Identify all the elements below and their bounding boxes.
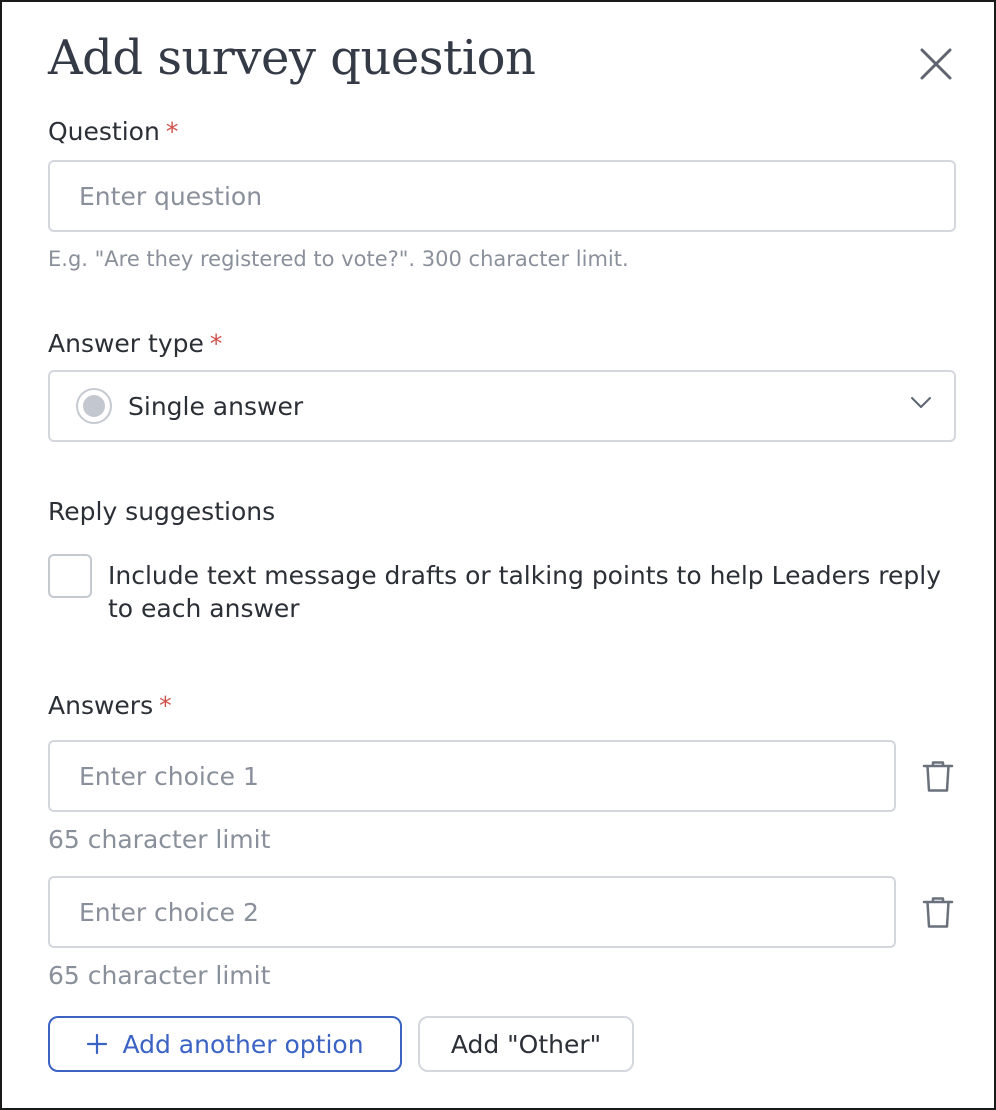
choice-1-field bbox=[48, 740, 896, 812]
required-asterisk: * bbox=[209, 329, 223, 358]
reply-suggestions-label: Reply suggestions bbox=[48, 497, 276, 526]
trash-icon bbox=[922, 897, 954, 928]
choice-2-field bbox=[48, 876, 896, 948]
dialog-title: Add survey question bbox=[48, 30, 536, 86]
plus-icon bbox=[86, 1033, 108, 1055]
choice-1-input[interactable] bbox=[50, 742, 894, 810]
question-field bbox=[48, 160, 956, 232]
close-icon bbox=[920, 48, 952, 80]
add-other-label: Add "Other" bbox=[450, 1029, 602, 1059]
required-asterisk: * bbox=[159, 691, 172, 720]
choice-2-hint: 65 character limit bbox=[48, 961, 271, 990]
reply-suggestions-checkbox-label[interactable]: Include text message drafts or talking p… bbox=[108, 559, 948, 625]
question-label: Question * bbox=[48, 116, 178, 148]
question-input[interactable] bbox=[50, 162, 954, 230]
answer-type-value: Single answer bbox=[128, 391, 304, 421]
radio-dot bbox=[83, 395, 105, 417]
question-hint: E.g. "Are they registered to vote?". 300… bbox=[48, 247, 629, 271]
answers-label-text: Answers bbox=[48, 691, 154, 720]
answer-type-label: Answer type * bbox=[48, 328, 222, 360]
question-label-text: Question bbox=[48, 117, 160, 146]
required-asterisk: * bbox=[165, 117, 179, 146]
answer-type-select-inner: Single answer bbox=[50, 372, 954, 440]
add-survey-question-dialog: Add survey question Question* E.g. "Are … bbox=[0, 0, 996, 1110]
delete-choice-2-button[interactable] bbox=[920, 894, 956, 930]
choice-1-hint: 65 character limit bbox=[48, 825, 271, 854]
answers-label: Answers * bbox=[48, 690, 172, 722]
choice-2-input[interactable] bbox=[50, 878, 894, 946]
reply-suggestions-checkbox[interactable] bbox=[48, 554, 92, 598]
trash-icon bbox=[922, 761, 954, 792]
close-button[interactable] bbox=[914, 42, 958, 86]
answer-type-label-text: Answer type bbox=[48, 329, 204, 358]
radio-icon bbox=[76, 388, 112, 424]
add-another-option-button[interactable]: Add another option bbox=[48, 1016, 402, 1072]
chevron-down-icon bbox=[911, 397, 931, 408]
add-another-option-label: Add another option bbox=[122, 1029, 364, 1059]
delete-choice-1-button[interactable] bbox=[920, 758, 956, 794]
add-other-button[interactable]: Add "Other" bbox=[418, 1016, 634, 1072]
answer-type-select[interactable]: Single answer bbox=[48, 370, 956, 442]
